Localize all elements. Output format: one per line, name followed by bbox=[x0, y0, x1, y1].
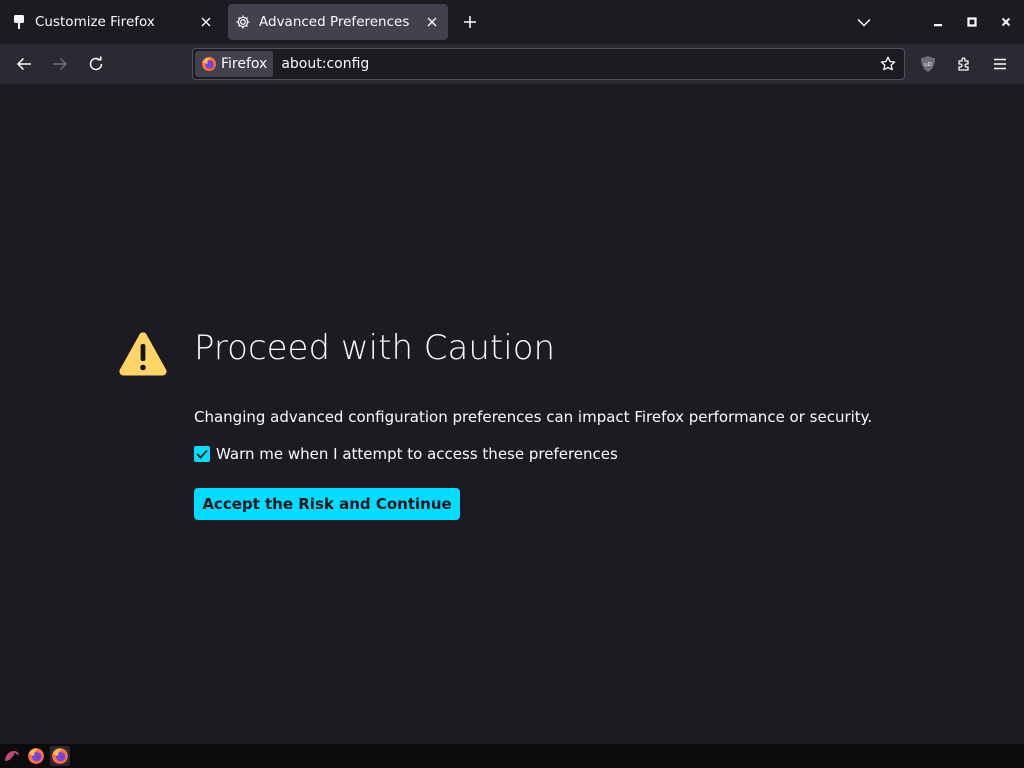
tab-label: Advanced Preferences bbox=[259, 14, 410, 30]
warn-checkbox-row[interactable]: Warn me when I attempt to access these p… bbox=[194, 445, 618, 463]
hamburger-menu-icon bbox=[994, 58, 1006, 70]
plus-icon bbox=[464, 16, 476, 28]
firefox-icon bbox=[202, 57, 216, 71]
page-title: Proceed with Caution bbox=[194, 328, 556, 368]
warning-icon bbox=[119, 332, 167, 376]
chevron-down-icon bbox=[857, 18, 871, 27]
extensions-button[interactable] bbox=[950, 50, 978, 78]
back-button[interactable] bbox=[10, 50, 38, 78]
kde-launcher-icon[interactable] bbox=[2, 746, 22, 766]
minimize-icon bbox=[934, 24, 942, 27]
shield-icon: uD bbox=[921, 56, 935, 72]
ublock-origin-button[interactable]: uD bbox=[914, 50, 942, 78]
tab-customize-firefox[interactable]: Customize Firefox bbox=[4, 4, 222, 40]
reload-icon bbox=[89, 56, 103, 71]
star-icon bbox=[880, 56, 896, 71]
navigation-toolbar: Firefox about:config uD bbox=[0, 44, 1024, 84]
list-all-tabs-button[interactable] bbox=[850, 8, 878, 36]
close-tab-icon[interactable] bbox=[420, 10, 444, 34]
maximize-icon bbox=[967, 17, 977, 27]
checkmark-icon bbox=[196, 449, 208, 459]
maximize-window-button[interactable] bbox=[960, 10, 984, 34]
minimize-window-button[interactable] bbox=[926, 10, 950, 34]
tab-advanced-preferences[interactable]: Advanced Preferences bbox=[228, 4, 448, 40]
arrow-right-icon bbox=[53, 57, 68, 71]
taskbar bbox=[0, 744, 1024, 768]
bookmark-star-button[interactable] bbox=[874, 50, 902, 78]
close-window-button[interactable] bbox=[994, 10, 1018, 34]
close-icon bbox=[1001, 17, 1011, 27]
gear-icon bbox=[235, 14, 251, 30]
paintbrush-icon bbox=[11, 14, 27, 30]
url-input[interactable]: about:config bbox=[281, 56, 874, 72]
page-content: Proceed with Caution Changing advanced c… bbox=[0, 84, 1024, 744]
forward-button[interactable] bbox=[46, 50, 74, 78]
identity-box[interactable]: Firefox bbox=[195, 51, 274, 77]
warn-checkbox-label[interactable]: Warn me when I attempt to access these p… bbox=[216, 445, 618, 463]
app-menu-button[interactable] bbox=[986, 50, 1014, 78]
new-tab-button[interactable] bbox=[456, 8, 484, 36]
firefox-icon[interactable] bbox=[26, 746, 46, 766]
close-tab-icon[interactable] bbox=[194, 10, 218, 34]
identity-label: Firefox bbox=[221, 56, 268, 72]
warn-checkbox[interactable] bbox=[194, 446, 210, 462]
tab-label: Customize Firefox bbox=[35, 14, 155, 30]
accept-risk-button[interactable]: Accept the Risk and Continue bbox=[194, 488, 460, 520]
firefox-icon[interactable] bbox=[50, 746, 70, 766]
puzzle-piece-icon bbox=[958, 57, 969, 71]
svg-text:uD: uD bbox=[924, 62, 932, 68]
warning-description: Changing advanced configuration preferen… bbox=[194, 408, 873, 426]
arrow-left-icon bbox=[16, 57, 31, 71]
reload-button[interactable] bbox=[82, 50, 110, 78]
url-bar[interactable]: Firefox about:config bbox=[192, 48, 905, 80]
tab-bar: Customize Firefox Advanced Preferences bbox=[0, 0, 1024, 44]
